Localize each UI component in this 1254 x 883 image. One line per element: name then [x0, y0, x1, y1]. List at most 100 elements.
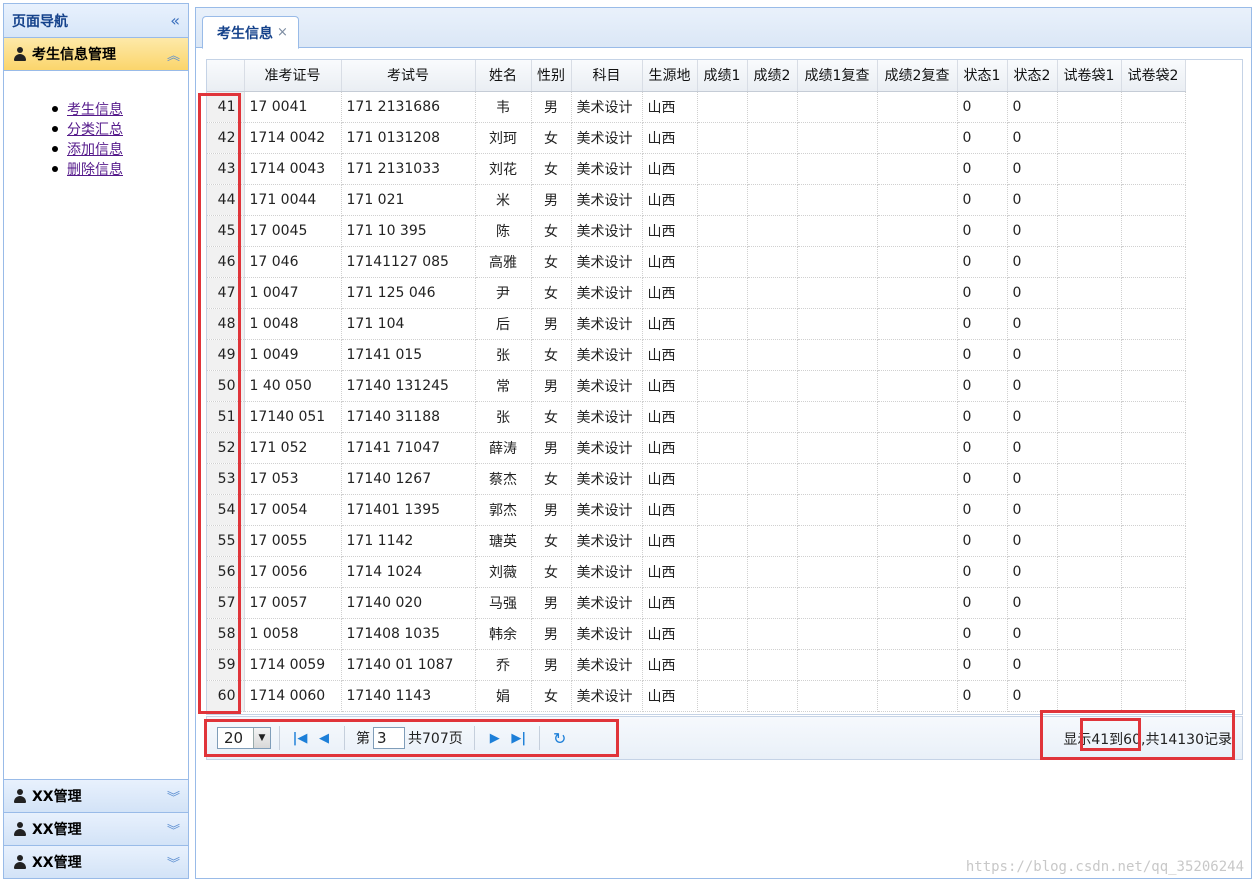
table-row[interactable]: 53 17 053 17140 1267 蔡杰女美术设计 山西 0 0: [207, 463, 1186, 495]
column-header[interactable]: 成绩2复查: [877, 60, 958, 92]
column-header[interactable]: 状态1: [957, 60, 1008, 92]
table-row[interactable]: 46 17 046 17141127 085 高雅女美术设计 山西 0 0: [207, 246, 1186, 278]
table-row[interactable]: 44 171 0044 171 021 米男美术设计 山西 0 0: [207, 184, 1186, 216]
last-page-icon[interactable]: ▶|: [507, 726, 531, 750]
cell-admission-no: 1 40 050: [244, 370, 342, 402]
cell-bag1: [1057, 587, 1122, 619]
column-header[interactable]: 试卷袋2: [1121, 60, 1186, 92]
cell-score1-recheck: [797, 618, 878, 650]
page-number-input[interactable]: 3: [373, 727, 405, 749]
cell-origin: 山西: [642, 308, 698, 340]
cell-name: 马强: [475, 587, 532, 619]
cell-name: 常: [475, 370, 532, 402]
page-prefix: 第: [356, 731, 370, 747]
cell-score1-recheck: [797, 91, 878, 123]
menu-link-delete[interactable]: 删除信息: [67, 159, 123, 179]
separator: [473, 726, 475, 750]
cell-origin: 山西: [642, 680, 698, 712]
tab-exam-info[interactable]: 考生信息 ×: [202, 16, 299, 49]
column-header[interactable]: 性别: [531, 60, 572, 92]
refresh-icon[interactable]: ↻: [548, 726, 572, 750]
table-row[interactable]: 56 17 0056 1714 1024 刘薇女美术设计 山西 0 0: [207, 556, 1186, 588]
close-icon[interactable]: ×: [277, 25, 288, 40]
cell-bag1: [1057, 153, 1122, 185]
table-row[interactable]: 60 1714 0060 17140 1143 娟女美术设计 山西 0 0: [207, 680, 1186, 712]
cell-origin: 山西: [642, 432, 698, 464]
record-info-range: 41到60,: [1091, 732, 1146, 748]
next-page-icon[interactable]: ▶: [483, 726, 507, 750]
cell-bag2: [1121, 587, 1186, 619]
column-header[interactable]: 成绩1复查: [797, 60, 878, 92]
table-row[interactable]: 58 1 0058 171408 1035 韩余男美术设计 山西 0 0: [207, 618, 1186, 650]
menu-link-add[interactable]: 添加信息: [67, 139, 123, 159]
cell-gender: 女: [531, 277, 572, 309]
column-header[interactable]: 成绩2: [747, 60, 798, 92]
table-row[interactable]: 59 1714 0059 17140 01 1087 乔男美术设计 山西 0 0: [207, 649, 1186, 681]
cell-score2: [747, 370, 798, 402]
accordion-header-xx-3[interactable]: XX管理 ︾: [4, 845, 188, 878]
accordion-header-xx-2[interactable]: XX管理 ︾: [4, 812, 188, 845]
cell-exam-no: 17140 1267: [341, 463, 476, 495]
menu-link-summary[interactable]: 分类汇总: [67, 119, 123, 139]
double-chevron-down-icon[interactable]: ︾: [167, 820, 180, 839]
column-header[interactable]: 姓名: [475, 60, 532, 92]
accordion-label: 考生信息管理: [32, 47, 116, 63]
cell-status2: 0: [1007, 680, 1058, 712]
table-row[interactable]: 45 17 0045 171 10 395 陈女美术设计 山西 0 0: [207, 215, 1186, 247]
cell-gender: 女: [531, 339, 572, 371]
column-header[interactable]: 考试号: [341, 60, 476, 92]
cell-subject: 美术设计: [571, 370, 643, 402]
cell-status2: 0: [1007, 618, 1058, 650]
table-row[interactable]: 42 1714 0042 171 0131208 刘珂女美术设计 山西 0 0: [207, 122, 1186, 154]
column-header[interactable]: 试卷袋1: [1057, 60, 1122, 92]
table-row[interactable]: 49 1 0049 17141 015 张女美术设计 山西 0 0: [207, 339, 1186, 371]
cell-subject: 美术设计: [571, 463, 643, 495]
cell-bag2: [1121, 215, 1186, 247]
column-header[interactable]: 状态2: [1007, 60, 1058, 92]
double-chevron-down-icon[interactable]: ︾: [167, 787, 180, 806]
table-row[interactable]: 50 1 40 050 17140 131245 常男美术设计 山西 0 0: [207, 370, 1186, 402]
cell-gender: 男: [531, 618, 572, 650]
record-info: 显示 41到60, 共14130记录: [1063, 717, 1232, 761]
cell-subject: 美术设计: [571, 246, 643, 278]
column-header[interactable]: 准考证号: [244, 60, 342, 92]
nav-menu: 考生信息 分类汇总 添加信息 删除信息: [4, 71, 188, 179]
table-row[interactable]: 43 1714 0043 171 2131033 刘花女美术设计 山西 0 0: [207, 153, 1186, 185]
cell-score1-recheck: [797, 463, 878, 495]
table-row[interactable]: 48 1 0048 171 104 后男美术设计 山西 0 0: [207, 308, 1186, 340]
menu-link-exam-info[interactable]: 考生信息: [67, 99, 123, 119]
table-row[interactable]: 41 17 0041 171 2131686 韦男美术设计 山西 0 0: [207, 91, 1186, 123]
table-row[interactable]: 54 17 0054 171401 1395 郭杰男美术设计 山西 0 0: [207, 494, 1186, 526]
column-header[interactable]: 生源地: [642, 60, 698, 92]
double-chevron-up-icon[interactable]: ︽: [167, 45, 180, 64]
page-size-select[interactable]: 20 ▼: [217, 727, 271, 749]
menu-item: 添加信息: [52, 139, 188, 159]
accordion-header-xx-1[interactable]: XX管理 ︾: [4, 779, 188, 812]
prev-page-icon[interactable]: ◀: [312, 726, 336, 750]
column-header[interactable]: 科目: [571, 60, 643, 92]
accordion-body: 考生信息 分类汇总 添加信息 删除信息: [4, 71, 188, 771]
cell-score2: [747, 525, 798, 557]
dropdown-arrow-icon[interactable]: ▼: [253, 728, 270, 748]
double-chevron-down-icon[interactable]: ︾: [167, 853, 180, 872]
cell-score1-recheck: [797, 215, 878, 247]
table-row[interactable]: 51 17140 051 17140 31188 张女美术设计 山西 0 0: [207, 401, 1186, 433]
cell-score1-recheck: [797, 556, 878, 588]
accordion-header-exam-info[interactable]: 考生信息管理 ︽: [4, 38, 188, 71]
first-page-icon[interactable]: |◀: [288, 726, 312, 750]
double-chevron-left-icon[interactable]: «: [170, 11, 180, 30]
table-row[interactable]: 57 17 0057 17140 020 马强男美术设计 山西 0 0: [207, 587, 1186, 619]
cell-score2: [747, 463, 798, 495]
table-row[interactable]: 52 171 052 17141 71047 薛涛男美术设计 山西 0 0: [207, 432, 1186, 464]
cell-score1-recheck: [797, 308, 878, 340]
cell-admission-no: 1714 0060: [244, 680, 342, 712]
menu-item: 分类汇总: [52, 119, 188, 139]
cell-score2-recheck: [877, 525, 958, 557]
table-row[interactable]: 55 17 0055 171 1142 瑭英女美术设计 山西 0 0: [207, 525, 1186, 557]
cell-score2-recheck: [877, 153, 958, 185]
cell-exam-no: 171 2131686: [341, 91, 476, 123]
column-header[interactable]: 成绩1: [697, 60, 748, 92]
table-row[interactable]: 47 1 0047 171 125 046 尹女美术设计 山西 0 0: [207, 277, 1186, 309]
cell-score1-recheck: [797, 122, 878, 154]
cell-origin: 山西: [642, 587, 698, 619]
